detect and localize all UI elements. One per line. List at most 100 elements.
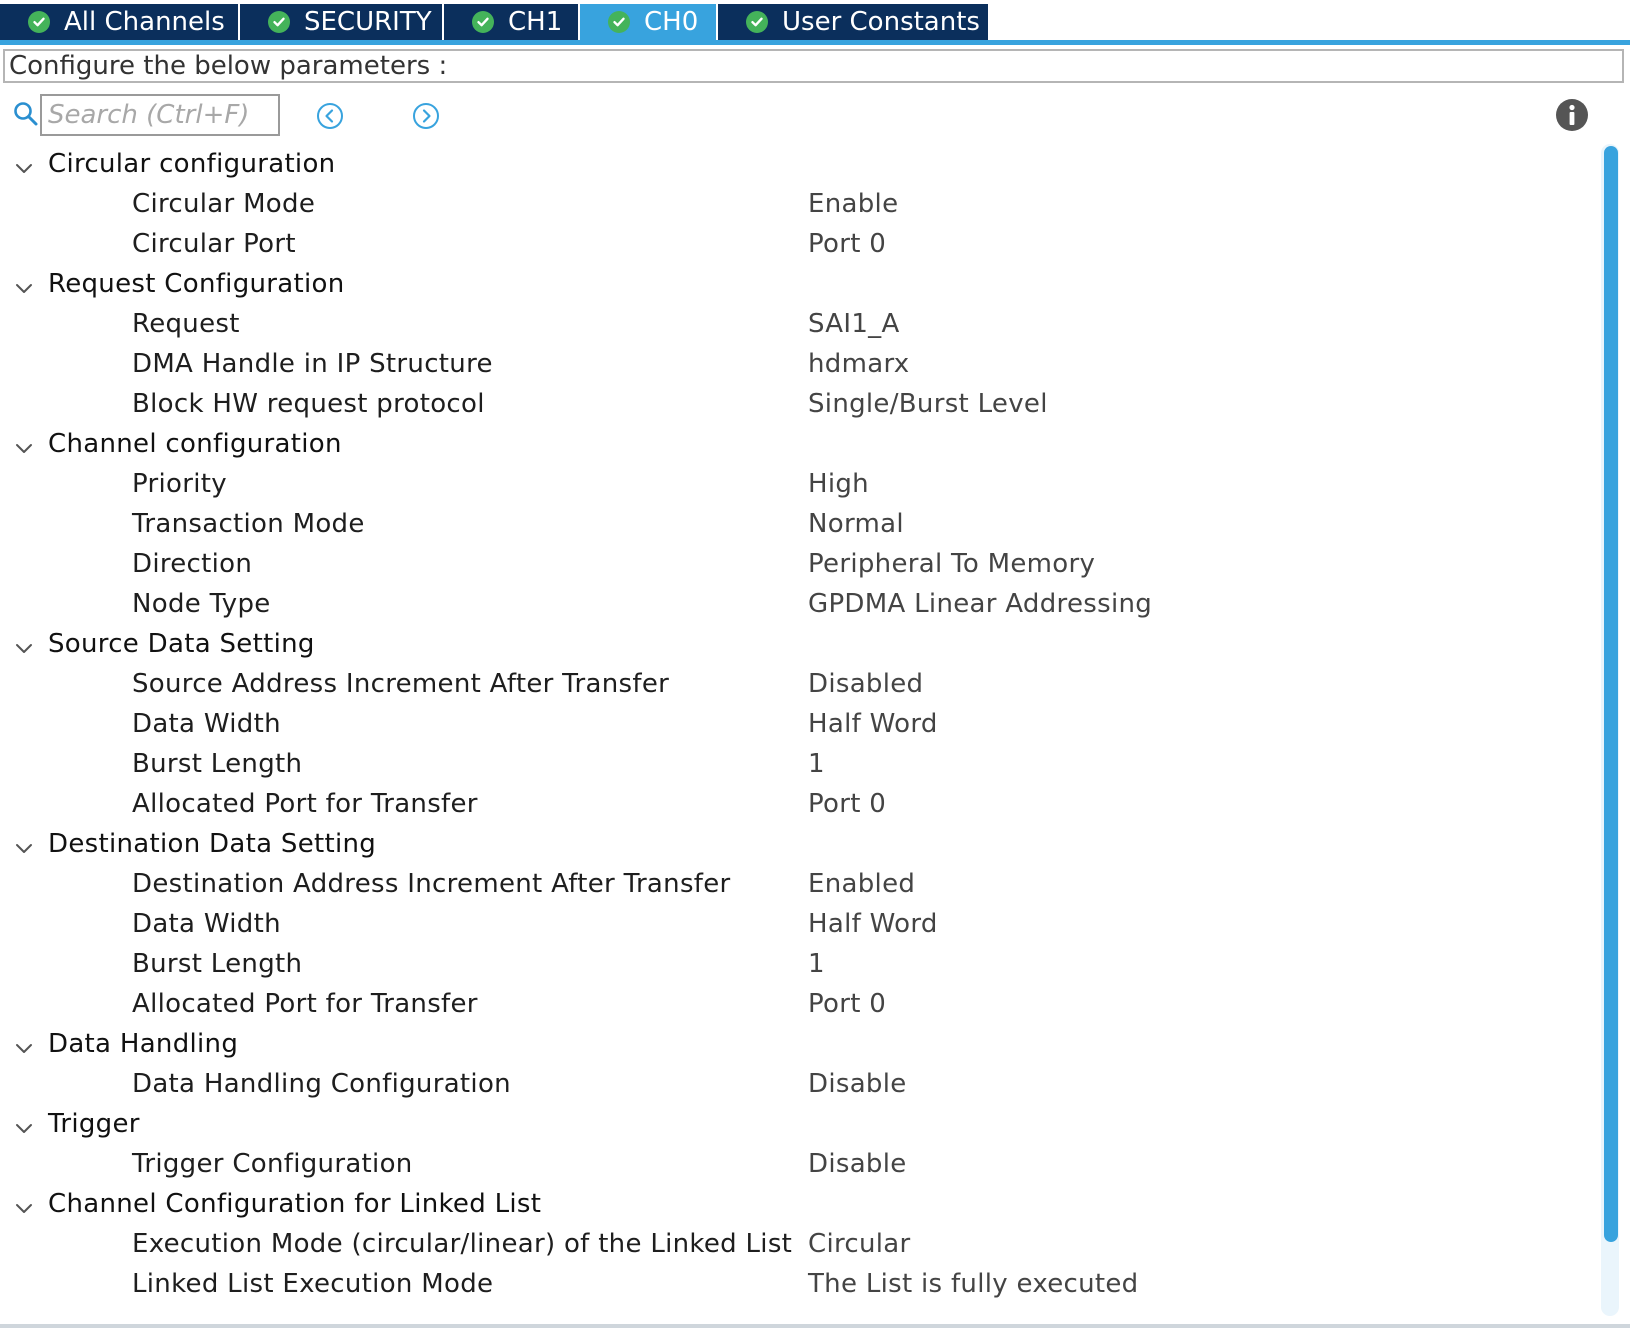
group-row[interactable]: Destination Data Setting [0, 824, 1600, 864]
check-circle-icon [28, 11, 50, 33]
param-value[interactable]: Enable [808, 184, 898, 224]
param-value[interactable]: 1 [808, 944, 825, 984]
param-value[interactable]: Single/Burst Level [808, 384, 1048, 424]
param-row[interactable]: Linked List Execution Mode The List is fu… [0, 1264, 1600, 1304]
parameter-tree: Circular configuration Circular Mode Enabl… [0, 144, 1600, 1304]
group-row[interactable]: Channel configuration [0, 424, 1600, 464]
tab-ch0[interactable]: CH0 [580, 4, 718, 40]
search-toolbar [0, 90, 1600, 138]
param-label: DMA Handle in IP Structure [132, 349, 493, 379]
chevron-down-icon[interactable] [12, 152, 36, 176]
param-value[interactable]: Disable [808, 1144, 907, 1184]
param-label: Destination Address Increment After Tran… [132, 869, 731, 899]
chevron-down-icon[interactable] [12, 1112, 36, 1136]
param-row[interactable]: Transaction Mode Normal [0, 504, 1600, 544]
param-value[interactable]: SAI1_A [808, 304, 900, 344]
tab-label: CH0 [644, 7, 699, 37]
group-row[interactable]: Source Data Setting [0, 624, 1600, 664]
search-input[interactable] [40, 94, 280, 136]
param-row[interactable]: Data Width Half Word [0, 904, 1600, 944]
previous-arrow-icon[interactable] [316, 102, 344, 130]
param-row[interactable]: Direction Peripheral To Memory [0, 544, 1600, 584]
param-label: Burst Length [132, 949, 303, 979]
tab-all-channels[interactable]: All Channels [0, 4, 240, 40]
param-value[interactable]: Peripheral To Memory [808, 544, 1095, 584]
group-row[interactable]: Data Handling [0, 1024, 1600, 1064]
param-row[interactable]: Allocated Port for Transfer Port 0 [0, 984, 1600, 1024]
param-row[interactable]: Circular Mode Enable [0, 184, 1600, 224]
param-value[interactable]: 1 [808, 744, 825, 784]
group-row[interactable]: Trigger [0, 1104, 1600, 1144]
param-row[interactable]: Data Handling Configuration Disable [0, 1064, 1600, 1104]
param-value[interactable]: Port 0 [808, 224, 886, 264]
group-row[interactable]: Request Configuration [0, 264, 1600, 304]
param-row[interactable]: Block HW request protocol Single/Burst Le… [0, 384, 1600, 424]
param-value[interactable]: hdmarx [808, 344, 909, 384]
tab-underline [0, 40, 1630, 45]
next-arrow-icon[interactable] [412, 102, 440, 130]
param-value[interactable]: Disable [808, 1064, 907, 1104]
param-value[interactable]: Normal [808, 504, 904, 544]
param-label: Circular Mode [132, 189, 316, 219]
chevron-down-icon[interactable] [12, 272, 36, 296]
param-label: Linked List Execution Mode [132, 1269, 494, 1299]
param-row[interactable]: Data Width Half Word [0, 704, 1600, 744]
param-label: Execution Mode (circular/linear) of the … [132, 1229, 793, 1259]
search-icon[interactable] [12, 100, 40, 128]
param-label: Request [132, 309, 240, 339]
tab-bar: All Channels SECURITY CH1 CH0 User Const… [0, 0, 1640, 40]
param-value[interactable]: Port 0 [808, 984, 886, 1024]
param-row[interactable]: DMA Handle in IP Structure hdmarx [0, 344, 1600, 384]
param-label: Block HW request protocol [132, 389, 485, 419]
check-circle-icon [268, 11, 290, 33]
group-label: Data Handling [48, 1029, 239, 1059]
bottom-border [0, 1324, 1630, 1328]
group-label: Trigger [48, 1109, 140, 1139]
param-label: Priority [132, 469, 227, 499]
param-value[interactable]: Half Word [808, 904, 938, 944]
group-row[interactable]: Channel Configuration for Linked List [0, 1184, 1600, 1224]
param-value[interactable]: The List is fully executed [808, 1264, 1139, 1304]
tab-security[interactable]: SECURITY [240, 4, 444, 40]
info-icon[interactable] [1555, 98, 1589, 132]
group-label: Circular configuration [48, 149, 336, 179]
param-value[interactable]: Enabled [808, 864, 915, 904]
param-row[interactable]: Source Address Increment After Transfer D… [0, 664, 1600, 704]
chevron-down-icon[interactable] [12, 832, 36, 856]
param-row[interactable]: Execution Mode (circular/linear) of the … [0, 1224, 1600, 1264]
group-row[interactable]: Circular configuration [0, 144, 1600, 184]
check-circle-icon [608, 11, 630, 33]
chevron-down-icon[interactable] [12, 1192, 36, 1216]
param-label: Transaction Mode [132, 509, 365, 539]
param-row[interactable]: Destination Address Increment After Tran… [0, 864, 1600, 904]
scrollbar-thumb[interactable] [1604, 146, 1618, 1242]
configure-header: Configure the below parameters : [3, 49, 1624, 83]
param-row[interactable]: Circular Port Port 0 [0, 224, 1600, 264]
param-row[interactable]: Node Type GPDMA Linear Addressing [0, 584, 1600, 624]
param-row[interactable]: Burst Length 1 [0, 944, 1600, 984]
chevron-down-icon[interactable] [12, 1032, 36, 1056]
chevron-down-icon[interactable] [12, 632, 36, 656]
param-value[interactable]: GPDMA Linear Addressing [808, 584, 1152, 624]
param-row[interactable]: Priority High [0, 464, 1600, 504]
param-value[interactable]: Half Word [808, 704, 938, 744]
param-label: Burst Length [132, 749, 303, 779]
tab-label: SECURITY [304, 7, 432, 37]
group-label: Source Data Setting [48, 629, 315, 659]
param-row[interactable]: Trigger Configuration Disable [0, 1144, 1600, 1184]
param-value[interactable]: Circular [808, 1224, 911, 1264]
param-value[interactable]: Port 0 [808, 784, 886, 824]
param-row[interactable]: Burst Length 1 [0, 744, 1600, 784]
tab-label: All Channels [64, 7, 225, 37]
param-value[interactable]: Disabled [808, 664, 923, 704]
param-value[interactable]: High [808, 464, 869, 504]
check-circle-icon [746, 11, 768, 33]
tab-user-constants[interactable]: User Constants [718, 4, 990, 40]
param-label: Data Width [132, 709, 281, 739]
param-label: Data Width [132, 909, 281, 939]
param-label: Data Handling Configuration [132, 1069, 511, 1099]
chevron-down-icon[interactable] [12, 432, 36, 456]
tab-ch1[interactable]: CH1 [444, 4, 580, 40]
param-row[interactable]: Request SAI1_A [0, 304, 1600, 344]
param-row[interactable]: Allocated Port for Transfer Port 0 [0, 784, 1600, 824]
